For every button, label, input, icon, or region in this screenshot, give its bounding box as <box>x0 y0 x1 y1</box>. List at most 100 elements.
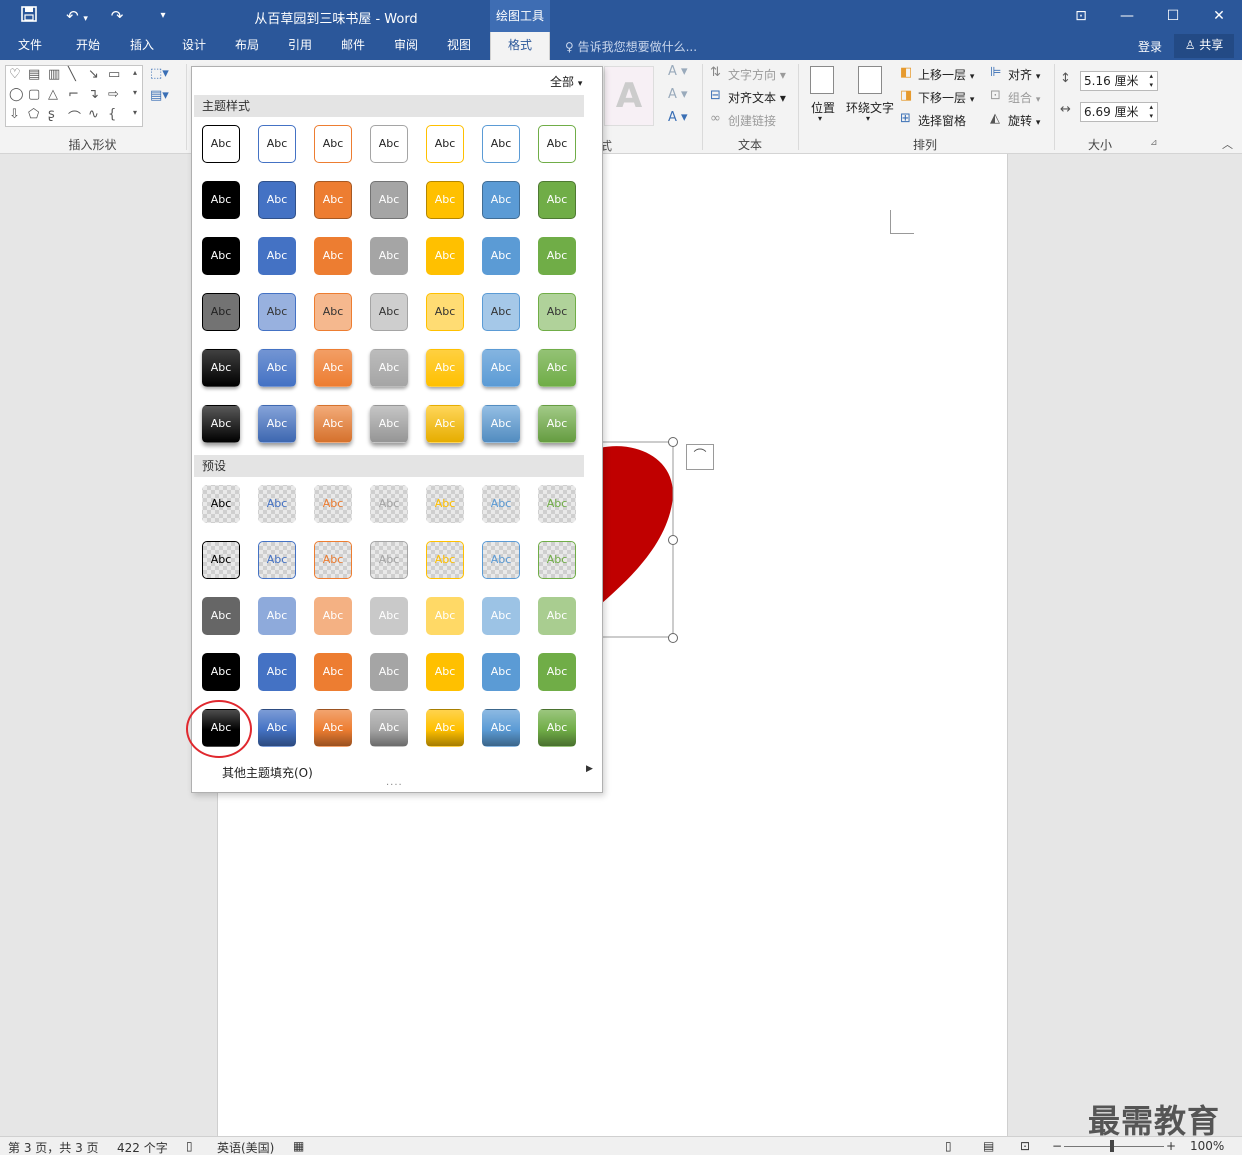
theme-style-swatch-r3-c4[interactable]: Abc <box>370 237 408 275</box>
brace-shape-icon[interactable]: { <box>108 107 116 122</box>
preset-swatch-r4-c6[interactable]: Abc <box>482 653 520 691</box>
tab-file[interactable]: 文件 <box>8 32 52 60</box>
text-fill-icon[interactable]: A ▾ <box>668 64 688 79</box>
preset-swatch-r1-c1[interactable]: Abc <box>202 485 240 523</box>
gallery-scroll-up-icon[interactable]: ▴ <box>133 68 137 77</box>
edit-shape-icon[interactable]: ⬚▾ <box>150 66 169 81</box>
down-arrow-shape-icon[interactable]: ⇩ <box>9 107 20 122</box>
theme-style-swatch-r4-c7[interactable]: Abc <box>538 293 576 331</box>
tab-home[interactable]: 开始 <box>66 32 110 60</box>
theme-style-swatch-r4-c1[interactable]: Abc <box>202 293 240 331</box>
preset-swatch-r4-c1[interactable]: Abc <box>202 653 240 691</box>
freeform-shape-icon[interactable]: ⬠ <box>28 107 39 122</box>
line-shape-icon[interactable]: ╲ <box>68 67 76 82</box>
theme-style-swatch-r2-c6[interactable]: Abc <box>482 181 520 219</box>
vertical-textbox-shape-icon[interactable]: ▥ <box>48 67 60 82</box>
theme-style-swatch-r6-c7[interactable]: Abc <box>538 405 576 443</box>
theme-style-swatch-r4-c4[interactable]: Abc <box>370 293 408 331</box>
zoom-level[interactable]: 100% <box>1190 1139 1224 1153</box>
gallery-scroll-down-icon[interactable]: ▾ <box>133 88 137 97</box>
preset-swatch-r4-c2[interactable]: Abc <box>258 653 296 691</box>
theme-style-swatch-r2-c7[interactable]: Abc <box>538 181 576 219</box>
send-backward-button[interactable]: 下移一层 ▾ <box>918 89 974 106</box>
theme-style-swatch-r4-c6[interactable]: Abc <box>482 293 520 331</box>
wordart-style-preview[interactable]: A <box>604 66 654 126</box>
preset-swatch-r5-c5[interactable]: Abc <box>426 709 464 747</box>
tab-layout[interactable]: 布局 <box>225 32 269 60</box>
tab-references[interactable]: 引用 <box>278 32 322 60</box>
theme-style-swatch-r5-c7[interactable]: Abc <box>538 349 576 387</box>
theme-style-swatch-r5-c3[interactable]: Abc <box>314 349 352 387</box>
preset-swatch-r1-c2[interactable]: Abc <box>258 485 296 523</box>
close-icon[interactable]: ✕ <box>1196 0 1242 32</box>
theme-style-swatch-r5-c4[interactable]: Abc <box>370 349 408 387</box>
tab-design[interactable]: 设计 <box>172 32 216 60</box>
theme-style-swatch-r1-c4[interactable]: Abc <box>370 125 408 163</box>
theme-style-swatch-r1-c6[interactable]: Abc <box>482 125 520 163</box>
shape-height-input[interactable]: 5.16 厘米 ▴ ▾ <box>1080 71 1158 91</box>
preset-swatch-r3-c4[interactable]: Abc <box>370 597 408 635</box>
preset-swatch-r4-c3[interactable]: Abc <box>314 653 352 691</box>
preset-swatch-r2-c2[interactable]: Abc <box>258 541 296 579</box>
theme-style-swatch-r3-c6[interactable]: Abc <box>482 237 520 275</box>
preset-swatch-r1-c5[interactable]: Abc <box>426 485 464 523</box>
right-arrow-shape-icon[interactable]: ⇨ <box>108 87 119 102</box>
tell-me-search[interactable]: ♀ 告诉我您想要做什么... <box>565 38 697 55</box>
theme-style-swatch-r1-c7[interactable]: Abc <box>538 125 576 163</box>
preset-swatch-r2-c4[interactable]: Abc <box>370 541 408 579</box>
theme-style-swatch-r6-c2[interactable]: Abc <box>258 405 296 443</box>
theme-style-swatch-r2-c3[interactable]: Abc <box>314 181 352 219</box>
theme-style-swatch-r1-c1[interactable]: Abc <box>202 125 240 163</box>
preset-swatch-r5-c6[interactable]: Abc <box>482 709 520 747</box>
other-theme-fills-menu-item[interactable]: 其他主题填充(O) <box>222 764 313 781</box>
preset-swatch-r1-c3[interactable]: Abc <box>314 485 352 523</box>
elbow-connector-shape-icon[interactable]: ⌐ <box>68 87 79 102</box>
theme-style-swatch-r3-c2[interactable]: Abc <box>258 237 296 275</box>
preset-swatch-r5-c2[interactable]: Abc <box>258 709 296 747</box>
theme-style-swatch-r4-c3[interactable]: Abc <box>314 293 352 331</box>
preset-swatch-r4-c5[interactable]: Abc <box>426 653 464 691</box>
theme-style-swatch-r5-c2[interactable]: Abc <box>258 349 296 387</box>
triangle-shape-icon[interactable]: △ <box>48 87 58 102</box>
theme-style-swatch-r2-c2[interactable]: Abc <box>258 181 296 219</box>
curve-shape-icon[interactable]: ∿ <box>88 107 99 122</box>
shapes-gallery[interactable]: ♡ ▤ ▥ ╲ ↘ ▭ ◯ ▢ △ ⌐ ↴ ⇨ ⇩ ⬠ ʂ ⌒ ∿ { ▴ ▾ … <box>5 65 143 127</box>
wrap-text-dropdown-icon[interactable]: ▾ <box>866 114 870 123</box>
theme-style-swatch-r5-c6[interactable]: Abc <box>482 349 520 387</box>
theme-style-swatch-r4-c2[interactable]: Abc <box>258 293 296 331</box>
preset-swatch-r1-c4[interactable]: Abc <box>370 485 408 523</box>
theme-style-swatch-r6-c3[interactable]: Abc <box>314 405 352 443</box>
theme-style-swatch-r6-c5[interactable]: Abc <box>426 405 464 443</box>
shape-width-input[interactable]: 6.69 厘米 ▴ ▾ <box>1080 102 1158 122</box>
print-layout-icon[interactable]: ▤ <box>983 1139 994 1153</box>
preset-swatch-r1-c6[interactable]: Abc <box>482 485 520 523</box>
elbow-arrow-shape-icon[interactable]: ↴ <box>88 87 99 102</box>
gallery-resize-grip[interactable]: ···· <box>386 780 403 791</box>
preset-swatch-r3-c1[interactable]: Abc <box>202 597 240 635</box>
preset-swatch-r4-c7[interactable]: Abc <box>538 653 576 691</box>
rotate-button[interactable]: 旋转 ▾ <box>1008 112 1040 129</box>
share-button[interactable]: ♙ 共享 <box>1174 34 1234 58</box>
proofing-icon[interactable]: ▯ <box>186 1139 193 1153</box>
page-count-status[interactable]: 第 3 页，共 3 页 <box>8 1139 99 1155</box>
oval-shape-icon[interactable]: ◯ <box>9 87 24 102</box>
tab-view[interactable]: 视图 <box>437 32 481 60</box>
ribbon-display-options-icon[interactable]: ⊡ <box>1058 0 1104 32</box>
resize-handle-bottom-right[interactable] <box>668 633 678 643</box>
tab-format[interactable]: 格式 <box>490 32 550 60</box>
gallery-more-icon[interactable]: ▾ <box>133 108 137 117</box>
preset-swatch-r5-c7[interactable]: Abc <box>538 709 576 747</box>
theme-style-swatch-r6-c1[interactable]: Abc <box>202 405 240 443</box>
theme-style-swatch-r3-c3[interactable]: Abc <box>314 237 352 275</box>
theme-style-swatch-r3-c1[interactable]: Abc <box>202 237 240 275</box>
preset-swatch-r5-c4[interactable]: Abc <box>370 709 408 747</box>
size-dialog-launcher-icon[interactable]: ⊿ <box>1150 138 1158 148</box>
position-dropdown-icon[interactable]: ▾ <box>818 114 822 123</box>
theme-style-swatch-r6-c4[interactable]: Abc <box>370 405 408 443</box>
theme-style-swatch-r5-c1[interactable]: Abc <box>202 349 240 387</box>
gallery-filter-dropdown[interactable]: 全部 ▾ <box>550 73 582 90</box>
preset-swatch-r3-c3[interactable]: Abc <box>314 597 352 635</box>
align-button[interactable]: 对齐 ▾ <box>1008 66 1040 83</box>
layout-options-icon[interactable]: ⌒ <box>686 444 714 470</box>
scribble-shape-icon[interactable]: ʂ <box>48 107 55 122</box>
